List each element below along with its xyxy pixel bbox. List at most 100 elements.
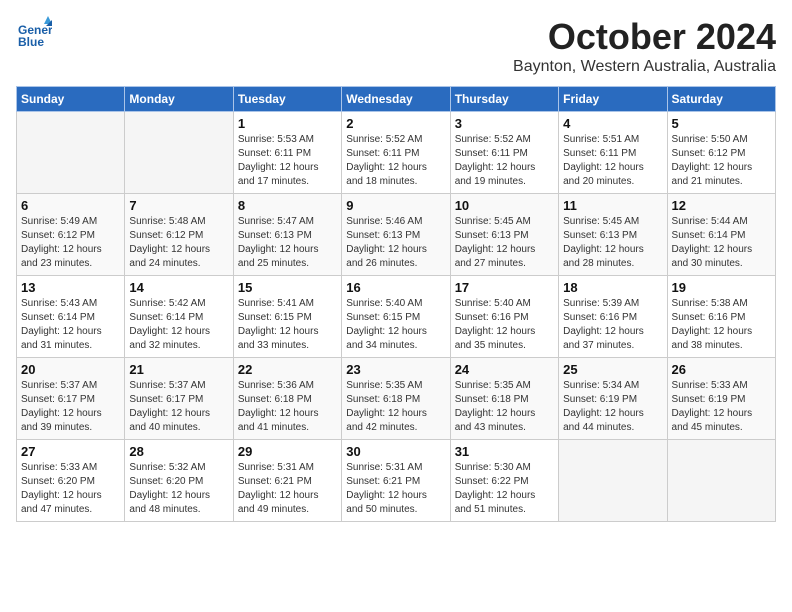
calendar-cell bbox=[17, 112, 125, 194]
calendar-table: SundayMondayTuesdayWednesdayThursdayFrid… bbox=[16, 86, 776, 522]
day-number: 30 bbox=[346, 444, 445, 459]
calendar-cell bbox=[559, 440, 667, 522]
day-number: 3 bbox=[455, 116, 554, 131]
weekday-header-row: SundayMondayTuesdayWednesdayThursdayFrid… bbox=[17, 87, 776, 112]
day-number: 23 bbox=[346, 362, 445, 377]
day-detail: Sunrise: 5:33 AMSunset: 6:19 PMDaylight:… bbox=[672, 379, 771, 435]
calendar-cell: 10 Sunrise: 5:45 AMSunset: 6:13 PMDayligh… bbox=[450, 194, 558, 276]
day-detail: Sunrise: 5:35 AMSunset: 6:18 PMDaylight:… bbox=[346, 379, 445, 435]
calendar-cell: 5 Sunrise: 5:50 AMSunset: 6:12 PMDaylight… bbox=[667, 112, 775, 194]
calendar-cell: 30 Sunrise: 5:31 AMSunset: 6:21 PMDayligh… bbox=[342, 440, 450, 522]
day-detail: Sunrise: 5:51 AMSunset: 6:11 PMDaylight:… bbox=[563, 133, 662, 189]
calendar-cell: 25 Sunrise: 5:34 AMSunset: 6:19 PMDayligh… bbox=[559, 358, 667, 440]
day-number: 2 bbox=[346, 116, 445, 131]
day-detail: Sunrise: 5:50 AMSunset: 6:12 PMDaylight:… bbox=[672, 133, 771, 189]
calendar-cell: 17Sunrise: 5:40 AMSunset: 6:16 PMDayligh… bbox=[450, 276, 558, 358]
page-header: General Blue October 2024 Baynton, Weste… bbox=[16, 16, 776, 76]
day-detail: Sunrise: 5:31 AMSunset: 6:21 PMDaylight:… bbox=[238, 461, 337, 517]
day-detail: Sunrise: 5:39 AMSunset: 6:16 PMDaylight:… bbox=[563, 297, 662, 353]
day-number: 10 bbox=[455, 198, 554, 213]
day-detail: Sunrise: 5:33 AMSunset: 6:20 PMDaylight:… bbox=[21, 461, 120, 517]
weekday-header-thursday: Thursday bbox=[450, 87, 558, 112]
calendar-cell: 13 Sunrise: 5:43 AMSunset: 6:14 PMDayligh… bbox=[17, 276, 125, 358]
calendar-cell: 29Sunrise: 5:31 AMSunset: 6:21 PMDayligh… bbox=[233, 440, 341, 522]
day-number: 28 bbox=[129, 444, 228, 459]
day-detail: Sunrise: 5:35 AMSunset: 6:18 PMDaylight:… bbox=[455, 379, 554, 435]
day-number: 27 bbox=[21, 444, 120, 459]
location: Baynton, Western Australia, Australia bbox=[513, 58, 776, 76]
weekday-header-sunday: Sunday bbox=[17, 87, 125, 112]
week-row-5: 27 Sunrise: 5:33 AMSunset: 6:20 PMDayligh… bbox=[17, 440, 776, 522]
day-number: 25 bbox=[563, 362, 662, 377]
calendar-cell: 14Sunrise: 5:42 AMSunset: 6:14 PMDayligh… bbox=[125, 276, 233, 358]
day-number: 17 bbox=[455, 280, 554, 295]
calendar-cell: 12 Sunrise: 5:44 AMSunset: 6:14 PMDayligh… bbox=[667, 194, 775, 276]
calendar-cell: 16 Sunrise: 5:40 AMSunset: 6:15 PMDayligh… bbox=[342, 276, 450, 358]
day-detail: Sunrise: 5:37 AMSunset: 6:17 PMDaylight:… bbox=[129, 379, 228, 435]
day-detail: Sunrise: 5:44 AMSunset: 6:14 PMDaylight:… bbox=[672, 215, 771, 271]
title-block: October 2024 Baynton, Western Australia,… bbox=[513, 16, 776, 76]
day-detail: Sunrise: 5:49 AMSunset: 6:12 PMDaylight:… bbox=[21, 215, 120, 271]
calendar-cell: 18 Sunrise: 5:39 AMSunset: 6:16 PMDayligh… bbox=[559, 276, 667, 358]
calendar-cell: 8Sunrise: 5:47 AMSunset: 6:13 PMDaylight… bbox=[233, 194, 341, 276]
week-row-2: 6Sunrise: 5:49 AMSunset: 6:12 PMDaylight… bbox=[17, 194, 776, 276]
calendar-cell bbox=[667, 440, 775, 522]
day-detail: Sunrise: 5:31 AMSunset: 6:21 PMDaylight:… bbox=[346, 461, 445, 517]
day-detail: Sunrise: 5:41 AMSunset: 6:15 PMDaylight:… bbox=[238, 297, 337, 353]
day-detail: Sunrise: 5:45 AMSunset: 6:13 PMDaylight:… bbox=[455, 215, 554, 271]
day-number: 7 bbox=[129, 198, 228, 213]
calendar-cell: 3Sunrise: 5:52 AMSunset: 6:11 PMDaylight… bbox=[450, 112, 558, 194]
day-detail: Sunrise: 5:47 AMSunset: 6:13 PMDaylight:… bbox=[238, 215, 337, 271]
day-detail: Sunrise: 5:36 AMSunset: 6:18 PMDaylight:… bbox=[238, 379, 337, 435]
day-number: 11 bbox=[563, 198, 662, 213]
day-detail: Sunrise: 5:37 AMSunset: 6:17 PMDaylight:… bbox=[21, 379, 120, 435]
calendar-cell: 21 Sunrise: 5:37 AMSunset: 6:17 PMDayligh… bbox=[125, 358, 233, 440]
day-number: 24 bbox=[455, 362, 554, 377]
day-number: 16 bbox=[346, 280, 445, 295]
day-detail: Sunrise: 5:45 AMSunset: 6:13 PMDaylight:… bbox=[563, 215, 662, 271]
calendar-cell: 26 Sunrise: 5:33 AMSunset: 6:19 PMDayligh… bbox=[667, 358, 775, 440]
day-detail: Sunrise: 5:53 AMSunset: 6:11 PMDaylight:… bbox=[238, 133, 337, 189]
calendar-cell: 22Sunrise: 5:36 AMSunset: 6:18 PMDayligh… bbox=[233, 358, 341, 440]
day-detail: Sunrise: 5:43 AMSunset: 6:14 PMDaylight:… bbox=[21, 297, 120, 353]
day-number: 4 bbox=[563, 116, 662, 131]
svg-text:Blue: Blue bbox=[18, 35, 44, 49]
day-number: 5 bbox=[672, 116, 771, 131]
day-number: 18 bbox=[563, 280, 662, 295]
week-row-3: 13 Sunrise: 5:43 AMSunset: 6:14 PMDayligh… bbox=[17, 276, 776, 358]
day-number: 1 bbox=[238, 116, 337, 131]
day-detail: Sunrise: 5:52 AMSunset: 6:11 PMDaylight:… bbox=[346, 133, 445, 189]
calendar-body: 1 Sunrise: 5:53 AMSunset: 6:11 PMDaylight… bbox=[17, 112, 776, 522]
calendar-cell: 19 Sunrise: 5:38 AMSunset: 6:16 PMDayligh… bbox=[667, 276, 775, 358]
calendar-cell: 2 Sunrise: 5:52 AMSunset: 6:11 PMDaylight… bbox=[342, 112, 450, 194]
day-number: 21 bbox=[129, 362, 228, 377]
weekday-header-friday: Friday bbox=[559, 87, 667, 112]
day-number: 20 bbox=[21, 362, 120, 377]
calendar-cell: 9Sunrise: 5:46 AMSunset: 6:13 PMDaylight… bbox=[342, 194, 450, 276]
day-number: 15 bbox=[238, 280, 337, 295]
day-detail: Sunrise: 5:38 AMSunset: 6:16 PMDaylight:… bbox=[672, 297, 771, 353]
week-row-1: 1 Sunrise: 5:53 AMSunset: 6:11 PMDaylight… bbox=[17, 112, 776, 194]
weekday-header-monday: Monday bbox=[125, 87, 233, 112]
weekday-header-wednesday: Wednesday bbox=[342, 87, 450, 112]
calendar-cell: 28 Sunrise: 5:32 AMSunset: 6:20 PMDayligh… bbox=[125, 440, 233, 522]
day-number: 12 bbox=[672, 198, 771, 213]
day-detail: Sunrise: 5:30 AMSunset: 6:22 PMDaylight:… bbox=[455, 461, 554, 517]
calendar-cell: 15 Sunrise: 5:41 AMSunset: 6:15 PMDayligh… bbox=[233, 276, 341, 358]
weekday-header-saturday: Saturday bbox=[667, 87, 775, 112]
day-detail: Sunrise: 5:40 AMSunset: 6:15 PMDaylight:… bbox=[346, 297, 445, 353]
day-number: 19 bbox=[672, 280, 771, 295]
logo-icon: General Blue bbox=[16, 16, 52, 52]
day-detail: Sunrise: 5:34 AMSunset: 6:19 PMDaylight:… bbox=[563, 379, 662, 435]
day-detail: Sunrise: 5:42 AMSunset: 6:14 PMDaylight:… bbox=[129, 297, 228, 353]
calendar-cell: 23 Sunrise: 5:35 AMSunset: 6:18 PMDayligh… bbox=[342, 358, 450, 440]
day-detail: Sunrise: 5:48 AMSunset: 6:12 PMDaylight:… bbox=[129, 215, 228, 271]
day-number: 13 bbox=[21, 280, 120, 295]
calendar-cell bbox=[125, 112, 233, 194]
calendar-cell: 20 Sunrise: 5:37 AMSunset: 6:17 PMDayligh… bbox=[17, 358, 125, 440]
calendar-cell: 27 Sunrise: 5:33 AMSunset: 6:20 PMDayligh… bbox=[17, 440, 125, 522]
calendar-cell: 11 Sunrise: 5:45 AMSunset: 6:13 PMDayligh… bbox=[559, 194, 667, 276]
day-number: 26 bbox=[672, 362, 771, 377]
calendar-cell: 24 Sunrise: 5:35 AMSunset: 6:18 PMDayligh… bbox=[450, 358, 558, 440]
day-detail: Sunrise: 5:32 AMSunset: 6:20 PMDaylight:… bbox=[129, 461, 228, 517]
